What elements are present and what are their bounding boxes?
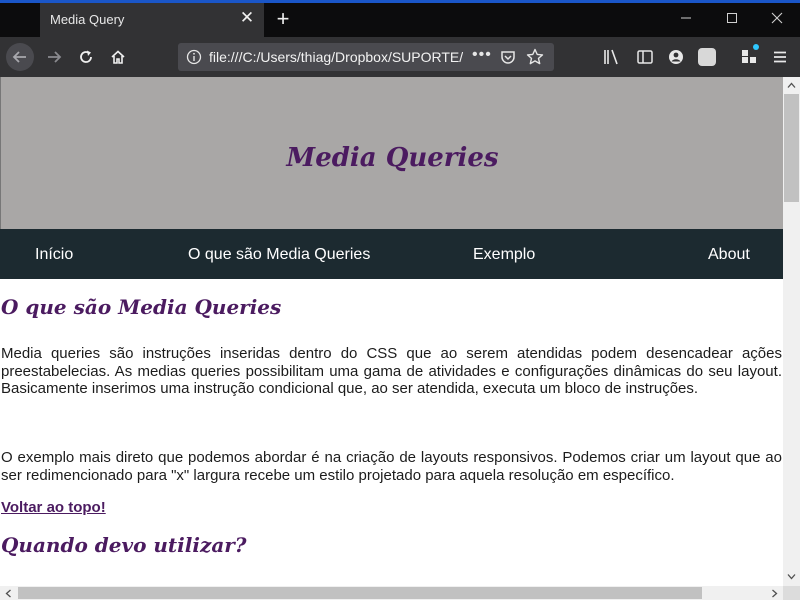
nav-link-exemplo[interactable]: Exemplo (473, 246, 535, 264)
scrollbar-corner (783, 586, 800, 600)
vertical-scrollbar[interactable] (783, 77, 800, 586)
close-window-icon[interactable] (767, 10, 787, 26)
paragraph: Media queries são instruções inseridas d… (1, 345, 782, 397)
browser-toolbar: file:///C:/Users/thiag/Dropbox/SUPORTE/m… (0, 37, 800, 77)
home-button[interactable] (104, 43, 132, 71)
tab-strip: Media Query ✕ + (0, 0, 800, 37)
page-actions-icon[interactable]: ••• (472, 46, 492, 64)
scroll-right-arrow-icon[interactable] (770, 589, 779, 598)
nav-link-inicio[interactable]: Início (35, 246, 73, 264)
page-header: Media Queries (0, 77, 783, 229)
scroll-up-arrow-icon[interactable] (787, 81, 796, 90)
paragraph: O exemplo mais direto que podemos aborda… (1, 449, 782, 484)
page-title: Media Queries (286, 143, 499, 173)
section-heading: O que são Media Queries (1, 295, 282, 319)
site-info-icon[interactable] (186, 49, 202, 65)
back-to-top-link[interactable]: Voltar ao topo! (1, 499, 106, 516)
minimize-window-icon[interactable] (676, 10, 696, 26)
nav-link-about[interactable]: About (708, 246, 750, 264)
bookmark-star-icon[interactable] (526, 48, 544, 66)
tab-title: Media Query (50, 12, 125, 27)
account-icon[interactable] (667, 48, 685, 66)
close-tab-icon[interactable]: ✕ (238, 9, 256, 27)
back-button[interactable] (6, 43, 34, 71)
library-icon[interactable] (603, 48, 621, 66)
home-icon (111, 50, 125, 64)
url-text[interactable]: file:///C:/Users/thiag/Dropbox/SUPORTE/m… (209, 49, 463, 65)
maximize-window-icon[interactable] (722, 10, 742, 26)
scroll-left-arrow-icon[interactable] (4, 589, 13, 598)
horizontal-scroll-thumb[interactable] (18, 587, 702, 599)
reload-icon (80, 50, 92, 63)
horizontal-scrollbar[interactable] (0, 586, 800, 600)
scroll-down-arrow-icon[interactable] (787, 572, 796, 581)
nav-link-o-que-sao[interactable]: O que são Media Queries (188, 246, 370, 264)
notification-dot (753, 44, 759, 50)
active-tab[interactable]: Media Query ✕ (40, 3, 264, 37)
pocket-icon[interactable] (500, 49, 516, 65)
reload-button[interactable] (72, 43, 100, 71)
forward-arrow-icon (48, 51, 62, 63)
section-heading: Quando devo utilizar? (1, 533, 247, 557)
forward-button[interactable] (40, 43, 68, 71)
address-bar[interactable]: file:///C:/Users/thiag/Dropbox/SUPORTE/m… (178, 43, 554, 71)
vertical-scroll-thumb[interactable] (784, 94, 799, 202)
addons-puzzle-icon[interactable] (740, 48, 758, 66)
page-viewport: Media Queries Início O que são Media Que… (0, 77, 783, 586)
hamburger-menu-icon[interactable] (771, 48, 789, 66)
extension-icon[interactable] (698, 48, 716, 66)
back-arrow-icon (12, 51, 26, 63)
new-tab-icon[interactable]: + (272, 8, 294, 30)
sidebar-toggle-icon[interactable] (636, 48, 654, 66)
site-navigation: Início O que são Media Queries Exemplo A… (0, 229, 783, 279)
